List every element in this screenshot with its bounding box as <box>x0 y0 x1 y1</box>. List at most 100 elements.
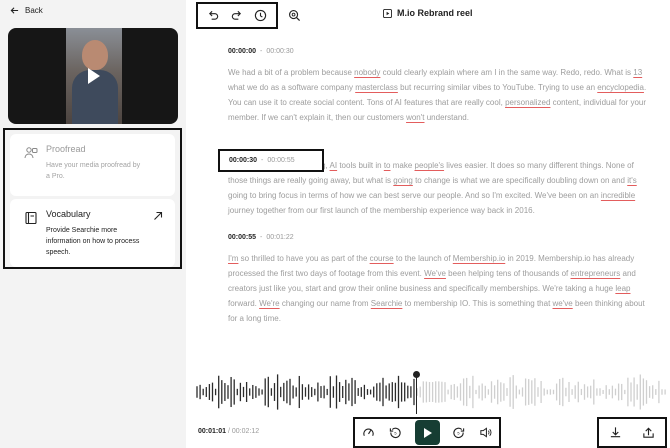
external-arrow-icon[interactable] <box>153 211 163 221</box>
svg-text:5: 5 <box>457 430 459 435</box>
share-button[interactable] <box>641 425 657 441</box>
undo-button[interactable] <box>206 8 222 24</box>
flagged-word[interactable]: AI <box>330 161 338 170</box>
search-icon <box>288 9 300 21</box>
flagged-word[interactable]: entrepreneurs <box>571 269 621 278</box>
flagged-word[interactable]: 13 <box>633 68 642 77</box>
transcript-paragraph[interactable]: We had a bit of a problem because nobody… <box>228 65 648 125</box>
book-icon <box>25 211 37 225</box>
flagged-word[interactable]: incredible <box>601 191 635 200</box>
download-icon <box>610 427 621 438</box>
transcript-text: tools built in <box>337 161 384 170</box>
current-time: 00:01:01 <box>198 428 227 435</box>
proofread-card[interactable]: Proofread Have your media proofread by a… <box>10 134 175 196</box>
selected-timestamp-end: 00:00:55 <box>267 157 295 164</box>
transcript-text: We had a bit of a problem because <box>228 68 355 77</box>
flagged-word[interactable]: Membership.io <box>453 254 505 263</box>
flagged-word[interactable]: it's <box>627 176 637 185</box>
vocabulary-description: Provide Searchie more information on how… <box>46 227 140 256</box>
download-button[interactable] <box>608 425 624 441</box>
video-preview[interactable] <box>8 28 178 124</box>
transcript-text: changing our name from <box>279 299 371 308</box>
flagged-word[interactable]: going <box>393 176 413 185</box>
speedometer-icon <box>363 428 374 436</box>
media-icon <box>383 8 392 18</box>
redo-icon <box>232 10 242 20</box>
selected-timestamp-sep: - <box>261 157 264 164</box>
flagged-word[interactable]: Searchie <box>371 299 403 308</box>
flagged-word[interactable]: We're <box>259 299 280 308</box>
timestamp-separator: - <box>260 234 263 241</box>
transcript-paragraph[interactable]: I'm so thrilled to have you as part of t… <box>228 251 648 326</box>
flagged-word[interactable]: won't <box>406 113 424 122</box>
flagged-word[interactable]: masterclass <box>355 83 398 92</box>
clock-icon <box>254 9 266 22</box>
timestamp-end: 00:00:30 <box>266 48 294 55</box>
speed-button[interactable] <box>361 425 377 441</box>
playhead-line <box>416 376 417 414</box>
flagged-word[interactable]: leap <box>615 284 630 293</box>
proofread-title: Proofread <box>46 144 86 154</box>
transcript-text: to change is what we are specifically do… <box>412 176 628 185</box>
export-controls <box>597 417 667 448</box>
total-time: 00:02:12 <box>231 428 260 435</box>
transcript-text: forward. <box>228 299 260 308</box>
volume-button[interactable] <box>478 425 494 441</box>
upload-icon <box>643 427 654 438</box>
undo-icon <box>209 10 219 20</box>
play-icon <box>424 427 432 438</box>
timestamp-end: 00:01:22 <box>266 234 294 241</box>
back-button[interactable]: Back <box>10 6 43 15</box>
transcript-timestamp[interactable]: 00:00:55-00:01:22 <box>228 234 648 241</box>
sidebar-cards: Proofread Have your media proofread by a… <box>3 128 182 269</box>
flagged-word[interactable]: course <box>370 254 394 263</box>
document-title: M.io Rebrand reel <box>383 8 473 18</box>
history-button[interactable] <box>252 8 268 24</box>
back-label: Back <box>25 6 43 15</box>
timestamp-separator: - <box>260 48 263 55</box>
transcript-body: 00:00:00-00:00:30 We had a bit of a probl… <box>228 48 648 342</box>
selected-timestamp[interactable]: 00:00:30 - 00:00:55 <box>218 149 324 172</box>
flagged-word[interactable]: nobody <box>354 68 380 77</box>
redo-button[interactable] <box>229 8 245 24</box>
transcript-text: make <box>390 161 415 170</box>
flagged-word[interactable]: we've <box>553 299 573 308</box>
rewind-button[interactable]: 5 <box>388 425 404 441</box>
person-head <box>82 40 108 70</box>
timestamp-start: 00:00:00 <box>228 48 257 55</box>
transcript-text: to the launch of <box>393 254 453 263</box>
timestamp-start: 00:00:55 <box>228 234 257 241</box>
proofread-description: Have your media proofread by a Pro. <box>46 162 141 180</box>
flagged-word[interactable]: people's <box>415 161 445 170</box>
transcript-text: but recurring similar vibes to YouTube. … <box>397 83 598 92</box>
rewind-icon: 5 <box>389 427 401 438</box>
people-icon <box>24 147 38 159</box>
transcript-timestamp[interactable]: 00:00:00-00:00:30 <box>228 48 648 55</box>
history-controls <box>196 2 278 29</box>
forward-button[interactable]: 5 <box>451 425 467 441</box>
selected-timestamp-start: 00:00:30 <box>229 157 258 164</box>
transcript-text: journey together from our first launch o… <box>228 206 535 215</box>
audio-waveform[interactable] <box>196 368 670 416</box>
forward-icon: 5 <box>453 427 465 438</box>
video-play-icon[interactable] <box>88 68 100 84</box>
svg-text:5: 5 <box>394 430 396 435</box>
search-button[interactable] <box>286 7 302 23</box>
transcript-text: could clearly explain where am I in the … <box>380 68 634 77</box>
flagged-word[interactable]: I'm <box>228 254 238 263</box>
back-arrow-icon <box>10 7 19 14</box>
flagged-word[interactable]: encyclopedia <box>597 83 644 92</box>
vocabulary-card[interactable]: Vocabulary Provide Searchie more informa… <box>10 199 175 267</box>
transcript-text: been helping tens of thousands of <box>445 269 571 278</box>
flagged-word[interactable]: personalized <box>505 98 550 107</box>
transcript-text: going to bring focus in terms of how we … <box>228 191 601 200</box>
time-display: 00:01:01 / 00:02:12 <box>198 428 259 435</box>
document-title-text: M.io Rebrand reel <box>397 8 473 18</box>
flagged-word[interactable]: We've <box>424 269 446 278</box>
playback-controls: 5 5 <box>353 417 501 448</box>
transcript-text: understand. <box>424 113 469 122</box>
transcript-text: so thrilled to have you as part of the <box>238 254 370 263</box>
transcript-text: what we do as a software company <box>228 83 356 92</box>
speaker-icon <box>480 427 492 438</box>
play-button[interactable] <box>414 420 440 445</box>
